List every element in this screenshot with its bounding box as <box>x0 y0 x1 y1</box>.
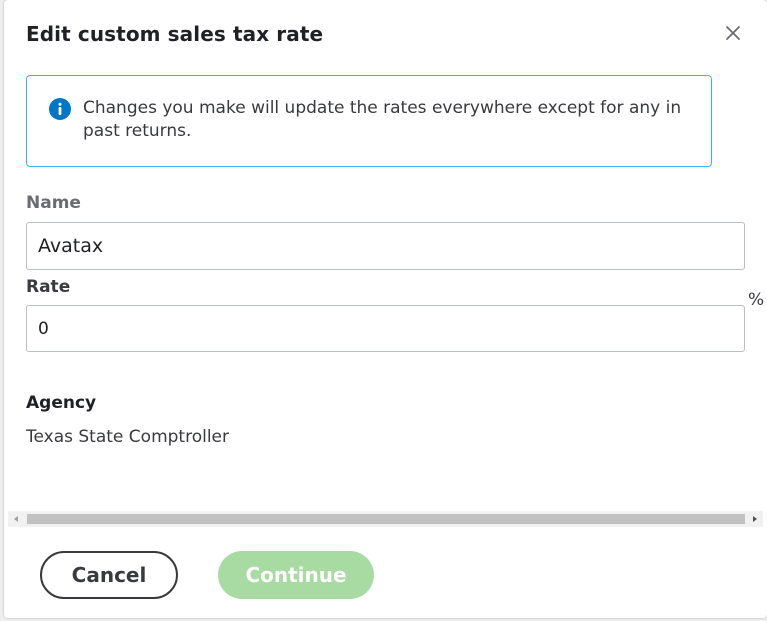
rate-input[interactable] <box>26 305 745 352</box>
horizontal-scrollbar[interactable] <box>8 511 763 527</box>
close-button[interactable] <box>722 22 744 44</box>
info-banner: Changes you make will update the rates e… <box>26 75 712 167</box>
agency-value: Texas State Comptroller <box>26 427 229 447</box>
triangle-left-icon <box>14 516 18 522</box>
scroll-right-button[interactable] <box>747 511 763 527</box>
dialog-title: Edit custom sales tax rate <box>26 22 324 46</box>
close-icon <box>726 26 740 40</box>
rate-label: Rate <box>26 277 71 297</box>
cancel-button[interactable]: Cancel <box>40 551 178 599</box>
agency-label: Agency <box>26 393 97 413</box>
name-input[interactable] <box>26 222 745 270</box>
continue-button[interactable]: Continue <box>218 551 374 599</box>
edit-tax-rate-dialog: Edit custom sales tax rate Changes you m… <box>4 0 767 618</box>
info-icon <box>49 98 71 120</box>
rate-percent-unit: % <box>748 290 765 310</box>
info-message: Changes you make will update the rates e… <box>83 98 682 141</box>
name-label: Name <box>26 193 81 213</box>
scroll-left-button[interactable] <box>8 511 24 527</box>
triangle-right-icon <box>753 516 757 522</box>
scrollbar-thumb[interactable] <box>27 514 745 524</box>
